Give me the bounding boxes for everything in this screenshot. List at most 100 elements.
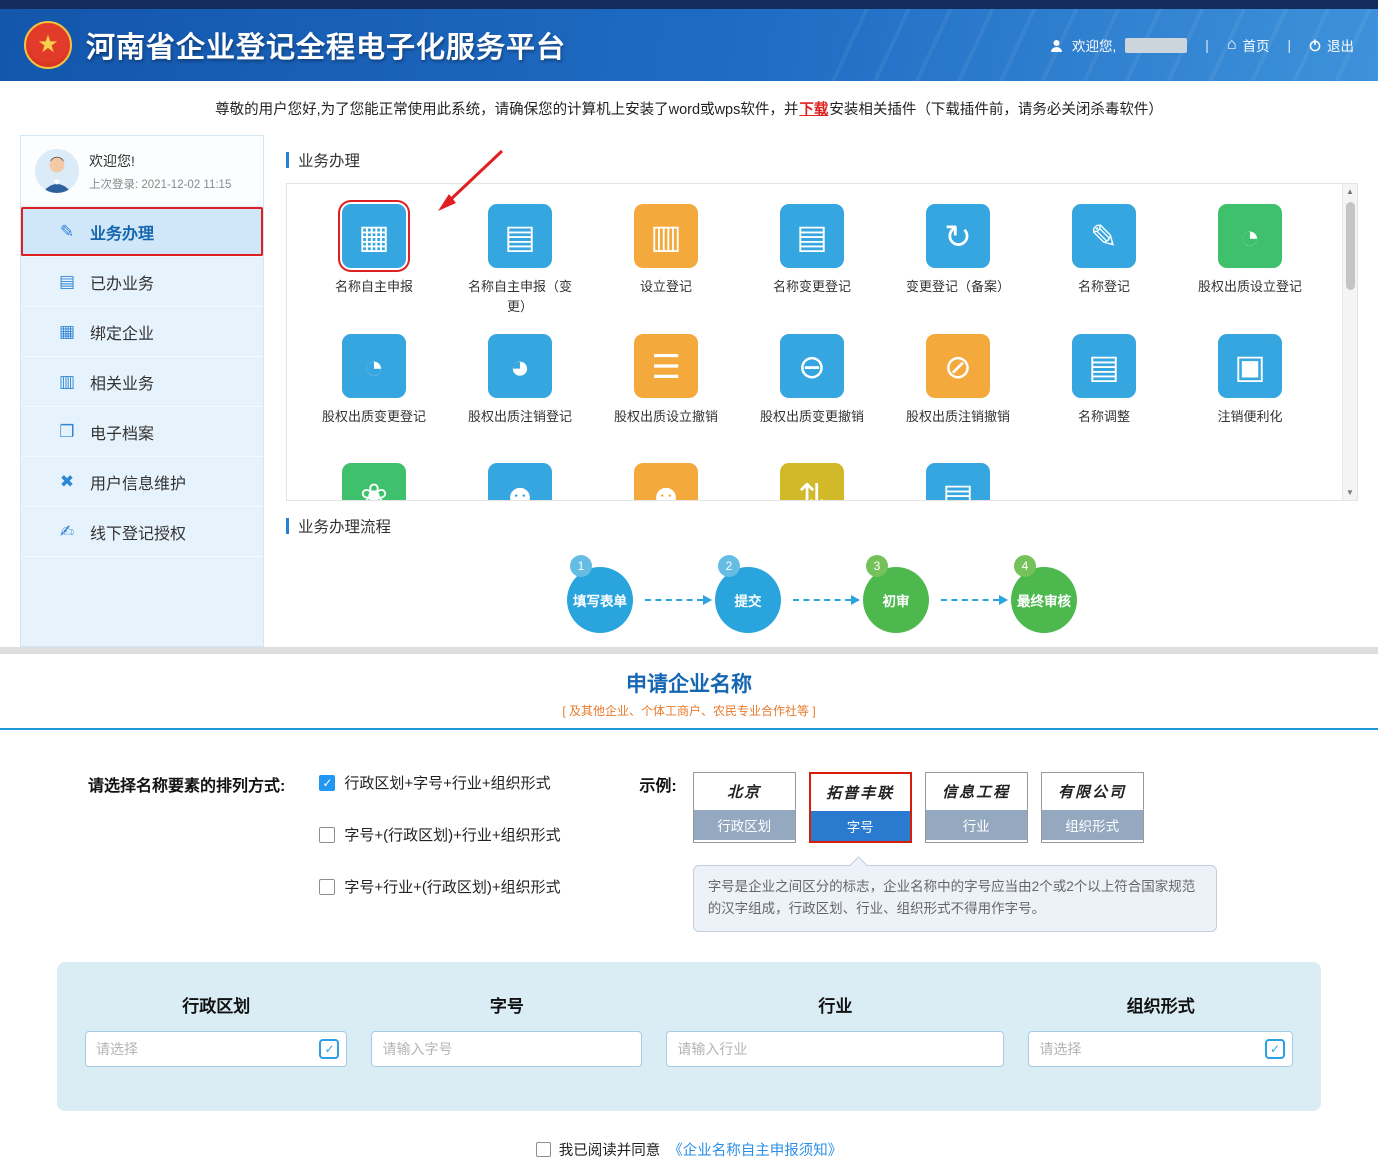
service-tile: ▦ [342,204,406,268]
org-form-select[interactable] [1028,1031,1293,1067]
dropdown-check-icon[interactable] [319,1039,339,1059]
service-item-equity-pledge-change-revoke[interactable]: ⊖ 股权出质变更撤销 [739,334,885,445]
scroll-down-icon[interactable] [1343,485,1357,500]
logout-link[interactable]: 退出 [1309,35,1354,55]
field-input-wrap [85,1031,347,1067]
field-label: 组织形式 [1028,992,1293,1017]
checkbox-icon[interactable] [319,879,335,895]
service-item-partial-row[interactable]: ☻ [593,463,739,501]
service-item-equity-pledge-establishment[interactable]: ◔ 股权出质设立登记 [1177,204,1323,316]
pie-chart-icon: ◔ [1240,220,1260,253]
service-label: 名称自主申报（变更） [462,277,578,316]
divider: | [1205,38,1209,53]
page-title: 申请企业名称 [0,668,1378,698]
service-item-equity-pledge-change[interactable]: ◔ 股权出质变更登记 [301,334,447,445]
sidebar-item-bind-enterprise[interactable]: ▦ 绑定企业 [21,307,263,357]
user-edit-icon: ☻ [649,479,684,502]
service-item-name-self-declaration-change[interactable]: ▤ 名称自主申报（变更） [447,204,593,316]
sidebar-item-label: 业务办理 [90,220,154,244]
flow-section-title: 业务办理流程 [286,515,1358,537]
service-tile: ▤ [780,204,844,268]
scroll-thumb[interactable] [1346,202,1355,290]
field-label: 字号 [371,992,642,1017]
example-label: 示例: [639,772,676,796]
service-tile: ▤ [926,463,990,501]
arrangement-options: 行政区划+字号+行业+组织形式 字号+(行政区划)+行业+组织形式 字号+行业+… [319,772,611,928]
service-item-change-registration-filing[interactable]: ↻ 变更登记（备案） [885,204,1031,316]
service-label: 股权出质变更登记 [322,407,426,445]
divider: | [1287,38,1291,53]
flow-arrow-icon [941,599,999,601]
district-select[interactable] [85,1031,347,1067]
tools-icon: ✖ [57,472,77,492]
service-item-equity-pledge-cancellation[interactable]: ◕ 股权出质注销登记 [447,334,593,445]
example-caption: 字号 [811,811,910,841]
sidebar-item-electronic-archives[interactable]: ❒ 电子档案 [21,407,263,457]
sidebar-item-completed-business[interactable]: ▤ 已办业务 [21,257,263,307]
brand-name-input[interactable] [371,1031,642,1067]
field-district: 行政区划 [85,992,347,1067]
flow-step-initial-review: 3 初审 [863,567,929,633]
scroll-track[interactable] [1343,199,1357,485]
flow-step-submit: 2 提交 [715,567,781,633]
service-item-equity-pledge-establishment-revoke[interactable]: ☰ 股权出质设立撤销 [593,334,739,445]
industry-input[interactable] [666,1031,1004,1067]
checkbox-icon[interactable] [319,827,335,843]
service-label: 名称自主申报 [335,277,413,315]
service-item-name-self-declaration[interactable]: ▦ 名称自主申报 [301,204,447,316]
notice-text: 安装相关插件（下载插件前，请务必关闭杀毒软件） [829,98,1163,119]
service-item-cancellation-facilitation[interactable]: ▣ 注销便利化 [1177,334,1323,445]
field-input-wrap [666,1031,1004,1067]
service-tile: ▤ [1072,334,1136,398]
sidebar-item-offline-registration-authorization[interactable]: ✍ 线下登记授权 [21,507,263,557]
clipboard-minus-icon: ▤ [504,220,535,253]
field-brand-name: 字号 [371,992,642,1067]
page-subtitle: [ 及其他企业、个体工商户、农民专业合作社等 ] [0,702,1378,719]
scrollbar[interactable] [1342,184,1357,500]
example-value: 有限公司 [1042,773,1143,810]
checkbox-icon[interactable] [319,775,335,791]
flower-icon: ❀ [360,479,388,502]
service-tile: ☻ [634,463,698,501]
example-box-industry: 信息工程 行业 [925,772,1028,843]
service-item-name-registration[interactable]: ✎ 名称登记 [1031,204,1177,316]
profile-card: 欢迎您! 上次登录: 2021-12-02 11:15 [21,136,263,207]
service-label: 设立登记 [640,277,692,315]
sidebar-item-label: 线下登记授权 [90,520,186,544]
example-value: 拓普丰联 [811,774,910,811]
service-tile: ⊘ [926,334,990,398]
pie-chart-slash-icon: ◕ [510,350,530,383]
section-bar-icon [286,152,289,168]
service-item-partial-row[interactable]: ⇅ [739,463,885,501]
app-title: 河南省企业登记全程电子化服务平台 [86,24,566,66]
dropdown-check-icon[interactable] [1265,1039,1285,1059]
service-label: 名称变更登记 [773,277,851,315]
home-link[interactable]: ⌂ 首页 [1227,35,1270,55]
declaration-notice-link[interactable]: 《企业名称自主申报须知》 [668,1139,842,1160]
sidebar-item-label: 用户信息维护 [90,470,186,494]
service-item-establishment-registration[interactable]: ▥ 设立登记 [593,204,739,316]
service-label: 股权出质设立登记 [1198,277,1302,315]
arrangement-option-3[interactable]: 字号+行业+(行政区划)+组织形式 [319,876,611,897]
arrangement-option-1[interactable]: 行政区划+字号+行业+组织形式 [319,772,611,793]
example-box-district: 北京 行政区划 [693,772,796,843]
service-tile: ▤ [488,204,552,268]
sidebar-item-related-business[interactable]: ▥ 相关业务 [21,357,263,407]
service-item-partial-row[interactable]: ▤ [885,463,1031,501]
service-item-partial-row[interactable]: ❀ [301,463,447,501]
sidebar-item-user-info-maintenance[interactable]: ✖ 用户信息维护 [21,457,263,507]
services-grid: ▦ 名称自主申报 ▤ 名称自主申报（变更） ▥ 设立登记 ▤ 名称变更登记 ↻ [287,184,1357,501]
service-item-partial-row[interactable]: ☻ [447,463,593,501]
service-item-equity-pledge-cancellation-revoke[interactable]: ⊘ 股权出质注销撤销 [885,334,1031,445]
qr-code-icon: ▣ [1234,350,1265,383]
download-link[interactable]: 下载 [799,98,828,119]
last-login: 上次登录: 2021-12-02 11:15 [89,176,231,192]
pen-icon: ✎ [57,222,77,242]
service-item-name-change-registration[interactable]: ▤ 名称变更登记 [739,204,885,316]
agree-checkbox[interactable] [536,1142,551,1157]
sidebar-item-business-handling[interactable]: ✎ 业务办理 [21,207,263,257]
arrangement-option-2[interactable]: 字号+(行政区划)+行业+组织形式 [319,824,611,845]
service-item-name-adjustment[interactable]: ▤ 名称调整 [1031,334,1177,445]
logout-label: 退出 [1327,35,1354,55]
scroll-up-icon[interactable] [1343,184,1357,199]
